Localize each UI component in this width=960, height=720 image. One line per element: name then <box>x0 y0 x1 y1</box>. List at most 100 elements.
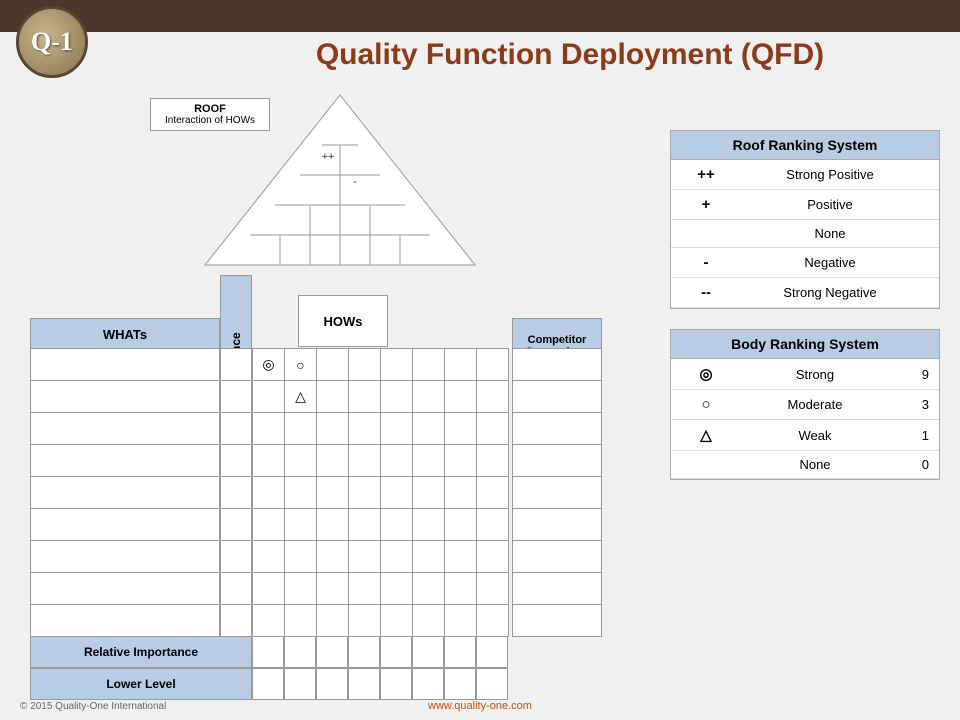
moderate-value: 3 <box>899 397 929 412</box>
weak-label: Weak <box>731 428 899 443</box>
grid-cell <box>381 349 413 381</box>
grid-cell <box>445 413 477 445</box>
grid-cell <box>381 381 413 413</box>
grid-cell <box>477 509 509 541</box>
grid-cell <box>253 573 285 605</box>
strong-negative-symbol: -- <box>681 284 731 301</box>
positive-label: Positive <box>731 197 929 212</box>
whats-row <box>31 541 220 573</box>
page-title: Quality Function Deployment (QFD) <box>200 38 940 72</box>
lower-level-row: Lower Level <box>30 668 508 700</box>
strong-positive-symbol: ++ <box>681 166 731 183</box>
lower-cell <box>252 668 284 700</box>
grid-cell <box>349 413 381 445</box>
grid-cell <box>253 541 285 573</box>
whats-row <box>31 605 220 637</box>
grid-cell <box>381 605 413 637</box>
grid-cell <box>349 477 381 509</box>
grid-cell <box>285 573 317 605</box>
ranking-row-strong-negative: -- Strong Negative <box>671 278 939 308</box>
grid-cell <box>477 477 509 509</box>
grid-cell <box>477 413 509 445</box>
ranking-row-positive: + Positive <box>671 190 939 220</box>
grid-cell: ◎ <box>253 349 285 381</box>
importance-cell <box>221 573 252 605</box>
ranking-area: Roof Ranking System ++ Strong Positive +… <box>670 130 940 480</box>
importance-cell <box>221 541 252 573</box>
strong-value: 9 <box>899 367 929 382</box>
lower-level-cells <box>252 668 508 700</box>
website: www.quality-one.com <box>0 700 960 712</box>
grid-cell <box>381 445 413 477</box>
whats-row <box>31 381 220 413</box>
grid-cell <box>317 445 349 477</box>
competitor-cell <box>513 541 602 573</box>
competitor-cell <box>513 573 602 605</box>
grid-cell <box>317 349 349 381</box>
competitor-cell <box>513 413 602 445</box>
grid-cell <box>445 509 477 541</box>
table-row: △ <box>253 381 509 413</box>
grid-cell <box>317 477 349 509</box>
svg-text:++: ++ <box>322 151 335 163</box>
body-ranking-header: Body Ranking System <box>671 330 939 359</box>
strong-positive-label: Strong Positive <box>731 167 929 182</box>
body-none-label: None <box>731 457 899 472</box>
whats-row <box>31 413 220 445</box>
grid-cell <box>317 509 349 541</box>
grid-cell <box>413 477 445 509</box>
grid-cell <box>413 605 445 637</box>
competitor-cell <box>513 445 602 477</box>
grid-cell <box>285 541 317 573</box>
rel-cell <box>252 636 284 668</box>
grid-cell <box>285 413 317 445</box>
grid-cell <box>413 349 445 381</box>
table-row <box>253 573 509 605</box>
none-label: None <box>731 226 929 241</box>
whats-label: WHATs <box>30 318 220 350</box>
qfd-diagram: ROOF Interaction of HOWs ++ - <box>30 80 630 690</box>
grid-cell: ○ <box>285 349 317 381</box>
grid-cell <box>349 349 381 381</box>
grid-cell <box>317 573 349 605</box>
body-grid: ◎ ○ △ <box>252 348 509 637</box>
grid-cell <box>445 541 477 573</box>
ranking-row-strong-positive: ++ Strong Positive <box>671 160 939 190</box>
grid-cell <box>445 573 477 605</box>
grid-cell <box>253 477 285 509</box>
grid-cell <box>413 413 445 445</box>
grid-cell <box>317 381 349 413</box>
rel-cell <box>412 636 444 668</box>
lower-cell <box>284 668 316 700</box>
relative-importance-label: Relative Importance <box>30 636 252 668</box>
body-row-none: None 0 <box>671 451 939 479</box>
whats-row <box>31 445 220 477</box>
table-row: ◎ ○ <box>253 349 509 381</box>
strong-symbol: ◎ <box>681 365 731 383</box>
importance-cell <box>221 445 252 477</box>
top-bar <box>0 0 960 32</box>
body-row-strong: ◎ Strong 9 <box>671 359 939 390</box>
whats-column <box>30 348 220 637</box>
grid-cell <box>285 477 317 509</box>
rel-cell <box>380 636 412 668</box>
importance-cell <box>221 477 252 509</box>
importance-cell <box>221 509 252 541</box>
grid-cell <box>477 445 509 477</box>
grid-cell: △ <box>285 381 317 413</box>
grid-cell <box>477 605 509 637</box>
importance-cell <box>221 605 252 637</box>
grid-cell <box>413 445 445 477</box>
roof-ranking-table: Roof Ranking System ++ Strong Positive +… <box>670 130 940 309</box>
grid-cell <box>285 605 317 637</box>
importance-column <box>220 348 252 637</box>
rel-cell <box>476 636 508 668</box>
competitor-cell <box>513 605 602 637</box>
grid-cell <box>253 445 285 477</box>
whats-row <box>31 477 220 509</box>
table-row <box>253 605 509 637</box>
grid-cell <box>445 605 477 637</box>
grid-cell <box>413 573 445 605</box>
grid-cell <box>349 381 381 413</box>
competitor-cell <box>513 381 602 413</box>
